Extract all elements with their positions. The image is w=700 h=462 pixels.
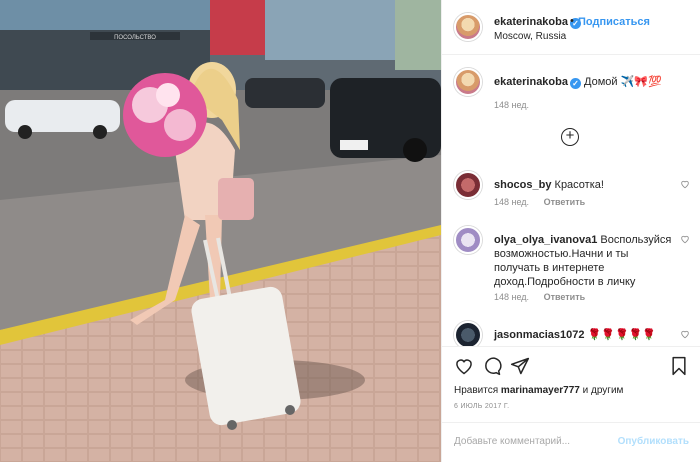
photo-illustration: ПОСОЛЬСТВО [0, 0, 441, 462]
comment-like-heart-icon[interactable] [680, 234, 690, 244]
verified-badge-icon: ✓ [569, 78, 581, 89]
commenter-username[interactable]: jasonmacias1072 [494, 329, 585, 341]
author-avatar[interactable] [454, 13, 482, 41]
instagram-post: ПОСОЛЬСТВО ekaterinakoba ✓ • Подписаться… [0, 0, 700, 462]
post-photo[interactable]: ПОСОЛЬСТВО [0, 0, 441, 462]
comment-meta: 148 нед. Ответить [494, 292, 597, 302]
comment-input[interactable]: Добавьте комментарий... [454, 436, 570, 447]
comment-text: jasonmacias1072 🌹🌹🌹🌹🌹 [494, 328, 674, 342]
commenter-avatar[interactable] [454, 226, 482, 254]
comment-like-heart-icon[interactable] [680, 329, 690, 339]
comment-text: olya_olya_ivanova1 Воспользуйся возможно… [494, 233, 674, 289]
likes-user-link[interactable]: marinamayer777 [501, 385, 580, 396]
likes-others-link[interactable]: и другим [583, 385, 624, 396]
reply-button[interactable]: Ответить [544, 292, 586, 302]
commenter-username[interactable]: olya_olya_ivanova1 [494, 234, 597, 246]
post-date[interactable]: 6 ИЮЛЬ 2017 Г. [454, 403, 509, 410]
caption-avatar[interactable] [454, 68, 482, 96]
caption-username-text[interactable]: ekaterinakoba [494, 76, 568, 88]
caption-body: Домой ✈️🎀💯 [584, 76, 662, 88]
comment-item: jasonmacias1072 🌹🌹🌹🌹🌹 [454, 321, 694, 346]
commenter-avatar[interactable] [454, 321, 482, 346]
heart-icon[interactable] [454, 356, 474, 376]
comments-list[interactable]: ekaterinakoba ✓ Домой ✈️🎀💯 148 нед. + sho… [442, 56, 700, 346]
caption-age[interactable]: 148 нед. [494, 100, 529, 110]
building-sign: ПОСОЛЬСТВО [114, 35, 156, 41]
comment-item: shocos_by Красотка! 148 нед. Ответить [454, 171, 694, 211]
comment-icon[interactable] [482, 356, 502, 376]
post-header: ekaterinakoba ✓ • Подписаться Moscow, Rus… [442, 0, 700, 55]
publish-button[interactable]: Опубликовать [618, 436, 689, 447]
comment-body: Красотка! [554, 179, 604, 191]
caption-meta: 148 нед. [494, 100, 541, 110]
comment-text: shocos_by Красотка! [494, 178, 674, 192]
likes-prefix: Нравится [454, 385, 499, 396]
post-actions: Нравится marinamayer777 и другим 6 ИЮЛЬ … [442, 346, 700, 416]
share-icon[interactable] [510, 356, 530, 376]
comment-body: 🌹🌹🌹🌹🌹 [587, 329, 657, 341]
commenter-username[interactable]: shocos_by [494, 179, 551, 191]
load-more-comments-button[interactable]: + [561, 128, 579, 146]
separator-dot: • [570, 15, 574, 27]
caption-username: ekaterinakoba ✓ [494, 76, 581, 89]
comment-age[interactable]: 148 нед. [494, 197, 529, 207]
author-username[interactable]: ekaterinakoba ✓ [494, 16, 581, 29]
reply-button[interactable]: Ответить [544, 197, 586, 207]
caption: ekaterinakoba ✓ Домой ✈️🎀💯 148 нед. [454, 68, 694, 118]
bookmark-icon[interactable] [669, 356, 689, 376]
add-comment-bar: Добавьте комментарий... Опубликовать [442, 422, 700, 462]
location-link[interactable]: Moscow, Russia [494, 31, 566, 42]
author-username-text[interactable]: ekaterinakoba [494, 16, 568, 28]
post-side-panel: ekaterinakoba ✓ • Подписаться Moscow, Rus… [441, 0, 700, 462]
comment-age[interactable]: 148 нед. [494, 292, 529, 302]
commenter-avatar[interactable] [454, 171, 482, 199]
comment-meta: 148 нед. Ответить [494, 197, 597, 207]
comment-item: olya_olya_ivanova1 Воспользуйся возможно… [454, 226, 694, 316]
caption-text: ekaterinakoba ✓ Домой ✈️🎀💯 [494, 75, 674, 89]
follow-button[interactable]: Подписаться [578, 16, 650, 28]
likes-summary: Нравится marinamayer777 и другим [454, 385, 623, 396]
comment-like-heart-icon[interactable] [680, 179, 690, 189]
